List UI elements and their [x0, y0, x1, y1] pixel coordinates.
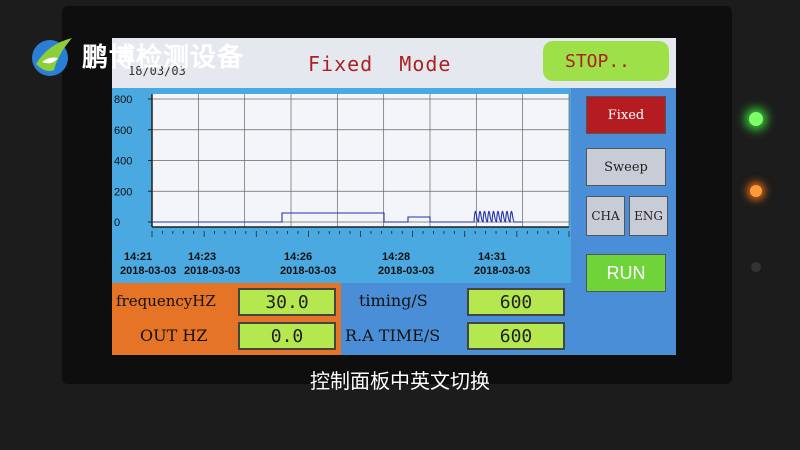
timing-value-field[interactable]: 600 — [467, 288, 565, 316]
video-caption: 控制面板中英文切换 — [310, 369, 490, 393]
side-panel: Fixed Sweep CHA ENG RUN — [571, 88, 676, 355]
out-hz-value-field: 0.0 — [238, 322, 336, 350]
ra-time-value-field[interactable]: 600 — [467, 322, 565, 350]
frequency-panel: frequencyHZ 30.0 OUT HZ 0.0 — [112, 283, 341, 355]
out-hz-label: OUT HZ — [140, 326, 208, 345]
sweep-mode-button[interactable]: Sweep — [586, 148, 666, 186]
brand-watermark: 鹏博检测设备 — [82, 43, 245, 73]
y-tick-label: 0 — [114, 217, 120, 229]
run-led-icon — [750, 185, 762, 197]
x-tick-time: 14:23 — [188, 251, 216, 263]
timing-panel: timing/S 600 R.A TIME/S 600 — [341, 283, 571, 355]
alarm-led-icon — [751, 262, 761, 272]
x-tick-date: 2018-03-03 — [474, 265, 530, 277]
power-led-icon — [749, 112, 763, 126]
frequency-label: frequencyHZ — [116, 292, 216, 310]
x-tick-date: 2018-03-03 — [378, 265, 434, 277]
chinese-language-button[interactable]: CHA — [586, 196, 625, 236]
run-button[interactable]: RUN — [586, 254, 666, 292]
x-tick-time: 14:26 — [284, 251, 312, 263]
bird-logo-icon — [32, 38, 72, 76]
y-tick-label: 600 — [114, 125, 132, 137]
x-tick-date: 2018-03-03 — [280, 265, 336, 277]
frequency-value-field[interactable]: 30.0 — [238, 288, 336, 316]
stop-button[interactable]: STOP.. — [543, 41, 669, 81]
fixed-mode-button[interactable]: Fixed — [586, 96, 666, 134]
x-tick-date: 2018-03-03 — [184, 265, 240, 277]
x-tick-time: 14:28 — [382, 251, 410, 263]
mode-title: Fixed Mode — [308, 52, 452, 76]
timing-label: timing/S — [359, 291, 428, 310]
chart-panel: 800 600 400 200 0 14:21 2018-03-03 14:23 2018-03… — [112, 88, 571, 283]
x-tick-time: 14:21 — [124, 251, 152, 263]
hmi-screen: 18/03/03 Fixed Mode STOP.. 800 600 400 200 0… — [112, 38, 676, 355]
y-tick-label: 200 — [114, 186, 132, 198]
english-language-button[interactable]: ENG — [629, 196, 668, 236]
ra-time-label: R.A TIME/S — [345, 326, 441, 345]
y-tick-label: 400 — [114, 156, 132, 168]
x-tick-date: 2018-03-03 — [120, 265, 176, 277]
x-tick-time: 14:31 — [478, 251, 506, 263]
y-tick-label: 800 — [114, 94, 132, 106]
trend-chart: 800 600 400 200 0 14:21 2018-03-03 14:23 2018-03… — [114, 94, 570, 277]
